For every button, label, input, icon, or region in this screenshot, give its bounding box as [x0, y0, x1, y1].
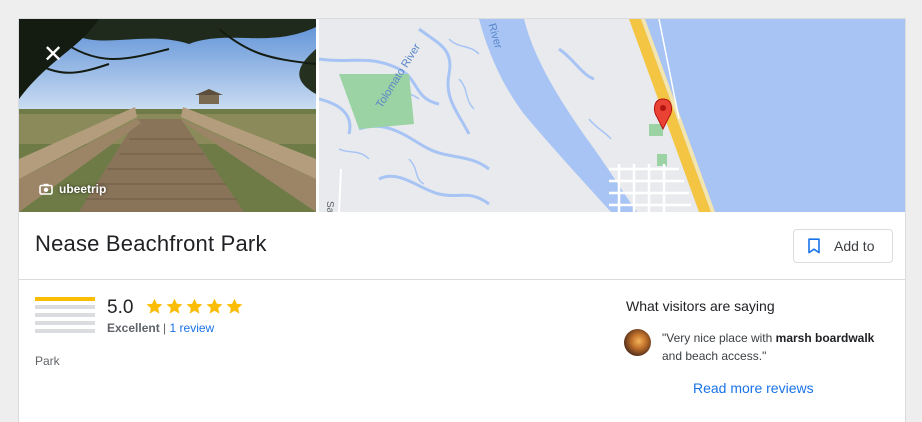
reviewer-avatar [624, 329, 651, 356]
place-card: ✕ ubeetrip Tolomato River River Sa Nease… [18, 18, 906, 422]
place-photo[interactable]: ✕ ubeetrip [19, 19, 316, 212]
rating-histogram [35, 297, 95, 337]
rating-bar-5 [35, 297, 95, 301]
add-to-button[interactable]: Add to [793, 229, 893, 263]
star-icon [186, 298, 203, 314]
review-snippet: "Very nice place with marsh boardwalk an… [662, 329, 882, 365]
map-label-road: Sa [324, 201, 335, 212]
close-button[interactable]: ✕ [40, 41, 66, 67]
title-row: Nease Beachfront Park Add to [19, 212, 905, 280]
reviews-link[interactable]: 1 review [170, 321, 215, 335]
place-title: Nease Beachfront Park [35, 231, 267, 256]
rating-bar-3 [35, 313, 95, 317]
review-text-before: "Very nice place with [662, 331, 776, 345]
rating-bar-4 [35, 305, 95, 309]
photo-credit-text: ubeetrip [59, 182, 107, 196]
star-icon [146, 298, 163, 314]
read-more-reviews-link[interactable]: Read more reviews [693, 380, 814, 396]
add-to-label: Add to [834, 238, 875, 254]
rating-bar-1 [35, 329, 95, 333]
map-graphic [319, 19, 905, 212]
rating-label: Excellent [107, 321, 160, 335]
rating-bar-2 [35, 321, 95, 325]
review-text-after: and beach access." [662, 349, 767, 363]
visitors-heading: What visitors are saying [626, 298, 775, 314]
rating-separator: | [163, 321, 167, 335]
hero: ✕ ubeetrip Tolomato River River Sa [19, 19, 905, 212]
bookmark-icon [808, 238, 820, 254]
photo-credit[interactable]: ubeetrip [39, 182, 106, 196]
rating-score: 5.0 [107, 297, 134, 318]
rating-stars [145, 297, 244, 316]
map-preview[interactable]: Tolomato River River Sa [319, 19, 905, 212]
star-icon [226, 298, 243, 314]
rating-summary: Excellent | 1 review [107, 321, 214, 335]
place-category: Park [35, 354, 60, 368]
close-icon: ✕ [42, 40, 64, 68]
star-icon [206, 298, 223, 314]
star-icon [166, 298, 183, 314]
camera-icon [39, 183, 53, 195]
review-highlight: marsh boardwalk [775, 331, 875, 345]
